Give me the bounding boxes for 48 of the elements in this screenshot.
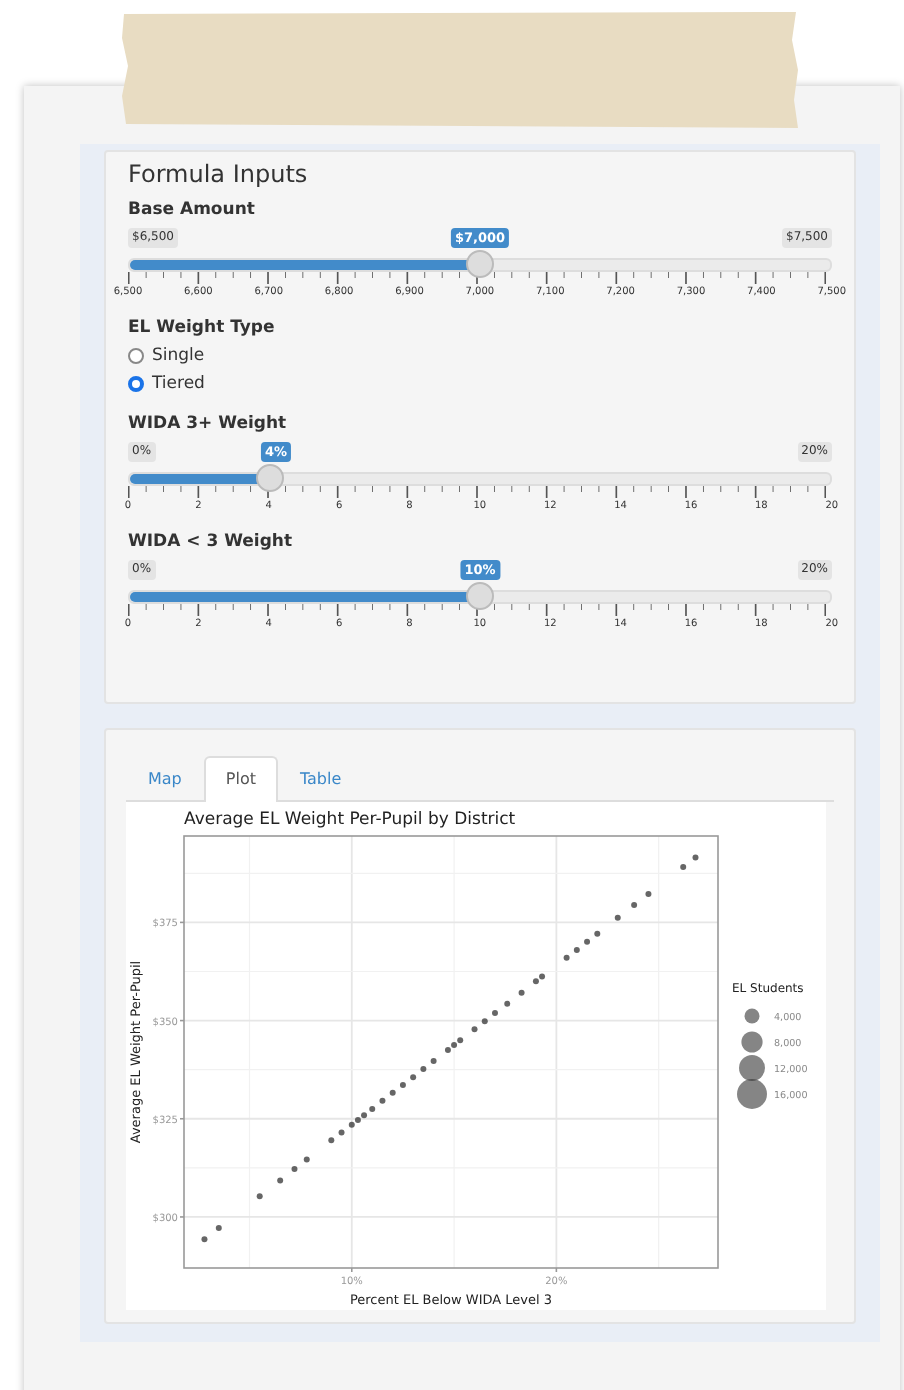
data-point [518, 989, 525, 996]
panel-title: Formula Inputs [128, 160, 310, 188]
data-point [631, 902, 638, 909]
control-label: WIDA < 3 Weight [128, 532, 295, 552]
data-point [563, 954, 570, 961]
data-point [430, 1058, 437, 1065]
data-point [504, 1000, 511, 1007]
data-point [614, 914, 621, 921]
option-label[interactable]: Single [152, 346, 205, 366]
data-point [492, 1010, 498, 1017]
data-point [680, 864, 687, 871]
legend-symbol [741, 1031, 763, 1053]
data-point [399, 1082, 406, 1088]
legend-symbol [737, 1079, 767, 1109]
data-point [291, 1166, 298, 1173]
data-point [256, 1193, 263, 1200]
tab[interactable]: Table [277, 756, 364, 800]
data-point [594, 930, 601, 937]
data-point [410, 1074, 417, 1081]
data-point [389, 1089, 396, 1096]
data-point [645, 891, 652, 898]
data-point [303, 1156, 310, 1163]
data-point [328, 1137, 335, 1144]
radio-button[interactable] [128, 376, 144, 392]
data-point [338, 1129, 345, 1136]
chart-title: Average EL Weight Per-Pupil by District [184, 810, 516, 830]
slider-handle[interactable] [466, 582, 494, 610]
legend-symbol [739, 1055, 765, 1081]
control-label: EL Weight Type [128, 318, 277, 338]
tab[interactable]: Plot [203, 756, 278, 802]
data-point [277, 1177, 284, 1184]
data-point [201, 1236, 208, 1243]
option-label[interactable]: Tiered [152, 374, 205, 394]
data-point [692, 854, 699, 861]
slider-handle[interactable] [256, 464, 284, 492]
data-point [215, 1224, 222, 1231]
radio-button[interactable] [128, 348, 144, 364]
data-point [573, 946, 580, 953]
data-point [471, 1026, 478, 1033]
data-point [379, 1097, 386, 1104]
data-point [584, 938, 591, 945]
data-point [420, 1065, 427, 1072]
legend-symbol [744, 1008, 760, 1024]
control-label: Base Amount [128, 200, 257, 220]
tab[interactable]: Map [126, 756, 204, 800]
control-label: WIDA 3+ Weight [128, 414, 289, 434]
data-point [481, 1018, 488, 1025]
slider-handle[interactable] [466, 250, 494, 278]
